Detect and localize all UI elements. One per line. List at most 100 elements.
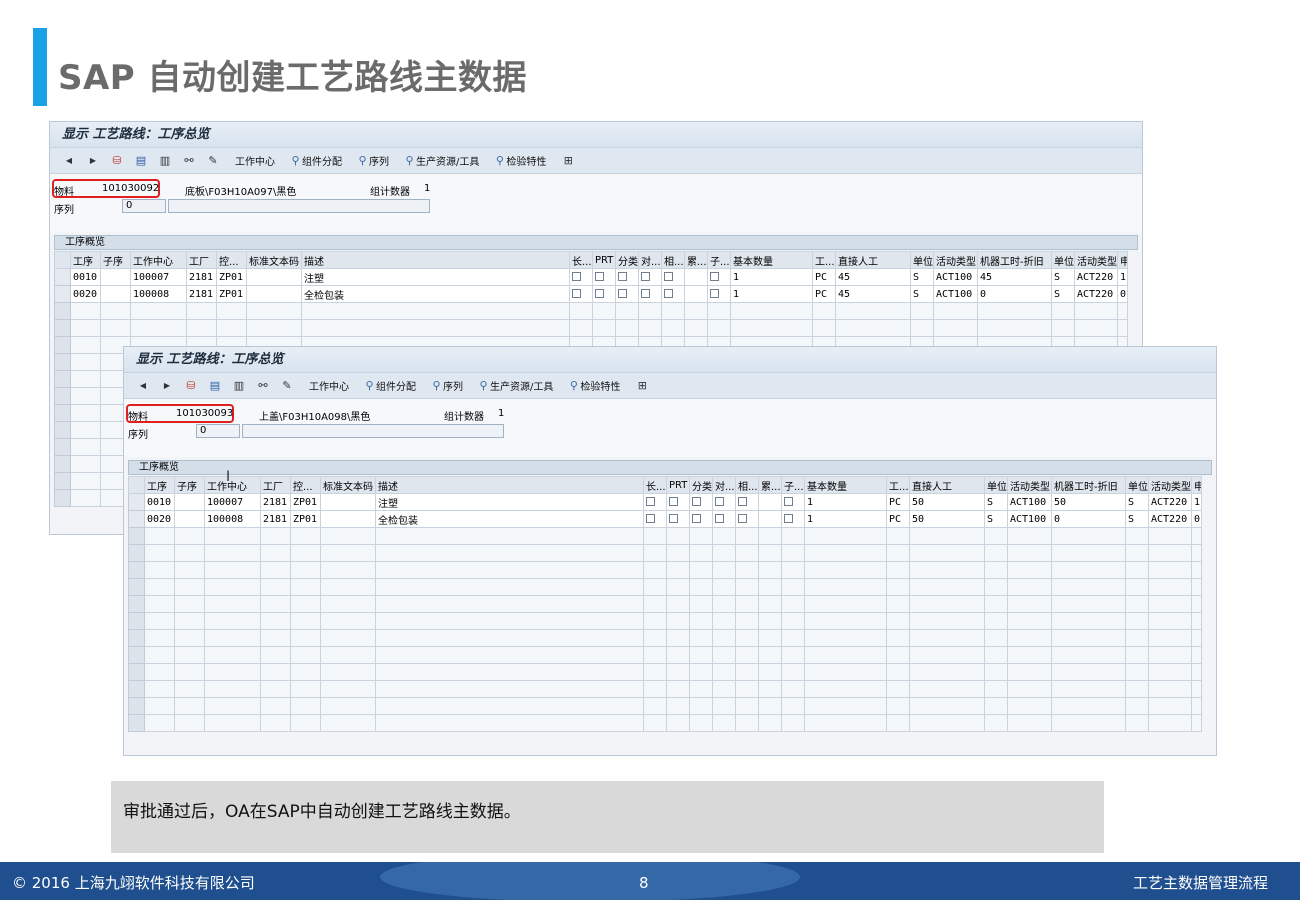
column-header[interactable]: 机器工时-折旧: [977, 251, 1052, 269]
row-selector[interactable]: [54, 268, 71, 286]
sequence-field[interactable]: 0: [196, 424, 240, 438]
checkbox[interactable]: [692, 514, 701, 523]
row-selector[interactable]: [54, 472, 71, 490]
table-row[interactable]: [128, 714, 1202, 732]
column-header[interactable]: 标准文本码: [320, 476, 376, 494]
checkbox[interactable]: [715, 497, 724, 506]
row-selector[interactable]: [54, 455, 71, 473]
checkbox[interactable]: [784, 497, 793, 506]
checkbox[interactable]: [664, 289, 673, 298]
column-header[interactable]: 子...: [707, 251, 731, 269]
row-selector[interactable]: [54, 421, 71, 439]
sequence-button[interactable]: ⚲ 序列: [427, 376, 466, 396]
row-selector[interactable]: [54, 404, 71, 422]
checkbox[interactable]: [641, 289, 650, 298]
nav-next-button[interactable]: ▶: [82, 151, 104, 171]
table-row[interactable]: [128, 697, 1202, 715]
row-selector[interactable]: [54, 319, 71, 337]
row-selector[interactable]: [128, 493, 145, 511]
inspection-char-button[interactable]: ⚲ 检验特性: [564, 376, 623, 396]
sequence-desc-field[interactable]: [168, 199, 430, 213]
column-header[interactable]: 描述: [301, 251, 570, 269]
column-header[interactable]: 单位: [1125, 476, 1149, 494]
checkbox[interactable]: [646, 514, 655, 523]
component-allocation-button[interactable]: ⚲ 组件分配: [286, 151, 345, 171]
table-row[interactable]: [128, 544, 1202, 562]
table-row[interactable]: 0020 100008 2181 ZP01 全检包装 1 PC 50 S ACT100 0 S ACT2…: [128, 510, 1202, 528]
column-header[interactable]: 子序: [100, 251, 131, 269]
table-row[interactable]: [128, 629, 1202, 647]
column-header[interactable]: 子序: [174, 476, 205, 494]
sequence-field[interactable]: 0: [122, 199, 166, 213]
row-selector[interactable]: [54, 285, 71, 303]
column-header[interactable]: 控...: [290, 476, 321, 494]
checkbox[interactable]: [618, 272, 627, 281]
column-header[interactable]: 直接人工: [909, 476, 985, 494]
checkbox[interactable]: [618, 289, 627, 298]
column-header[interactable]: PRT: [666, 476, 690, 494]
table-row[interactable]: [128, 527, 1202, 545]
checkbox[interactable]: [715, 514, 724, 523]
material-field[interactable]: 101030093: [176, 408, 233, 419]
table-row[interactable]: 0010 100007 2181 ZP01 注塑 1 PC 50 S ACT100 50 S ACT22…: [128, 493, 1202, 511]
checkbox[interactable]: [595, 289, 604, 298]
checkbox[interactable]: [710, 272, 719, 281]
print-button[interactable]: ⛁: [106, 151, 128, 171]
column-header[interactable]: 工作中心: [130, 251, 187, 269]
column-header[interactable]: PRT: [592, 251, 616, 269]
row-selector[interactable]: [128, 646, 145, 664]
checkbox[interactable]: [710, 289, 719, 298]
nav-next-button[interactable]: ▶: [156, 376, 178, 396]
structure-button[interactable]: ⊞: [557, 151, 579, 171]
row-selector[interactable]: [128, 663, 145, 681]
column-header[interactable]: 控...: [216, 251, 247, 269]
column-header[interactable]: 相...: [735, 476, 759, 494]
column-header[interactable]: 工厂: [260, 476, 291, 494]
row-selector[interactable]: [128, 561, 145, 579]
table-row[interactable]: 0010 100007 2181 ZP01 注塑 1 PC 45 S ACT100 45 S ACT22…: [54, 268, 1128, 286]
table-row[interactable]: [54, 302, 1128, 320]
column-header[interactable]: 工序: [144, 476, 175, 494]
column-header[interactable]: 工...: [812, 251, 836, 269]
column-header[interactable]: 申: [1191, 476, 1202, 494]
table-row[interactable]: [128, 578, 1202, 596]
row-selector[interactable]: [54, 370, 71, 388]
row-selector[interactable]: [54, 387, 71, 405]
checkbox[interactable]: [572, 289, 581, 298]
row-selector[interactable]: [128, 697, 145, 715]
row-selector[interactable]: [128, 629, 145, 647]
row-selector[interactable]: [128, 680, 145, 698]
table-row[interactable]: [128, 663, 1202, 681]
row-selector[interactable]: [128, 544, 145, 562]
column-header[interactable]: 机器工时-折旧: [1051, 476, 1126, 494]
row-selector[interactable]: [128, 714, 145, 732]
row-selector[interactable]: [54, 438, 71, 456]
checkbox[interactable]: [641, 272, 650, 281]
column-header[interactable]: 申: [1117, 251, 1128, 269]
hierarchy-button[interactable]: ⚯: [178, 151, 200, 171]
hierarchy-button[interactable]: ⚯: [252, 376, 274, 396]
table-row[interactable]: [128, 595, 1202, 613]
column-header[interactable]: 单位: [910, 251, 934, 269]
prt-button[interactable]: ⚲ 生产资源/工具: [400, 151, 482, 171]
checkbox[interactable]: [784, 514, 793, 523]
table-row[interactable]: [128, 612, 1202, 630]
table-row[interactable]: 0020 100008 2181 ZP01 全检包装 1 PC 45 S ACT100 0 S ACT2…: [54, 285, 1128, 303]
column-header[interactable]: 单位: [1051, 251, 1075, 269]
column-header[interactable]: 子...: [781, 476, 805, 494]
column-header[interactable]: 工作中心: [204, 476, 261, 494]
checkbox[interactable]: [738, 514, 747, 523]
column-header[interactable]: 相...: [661, 251, 685, 269]
material-field[interactable]: 101030092: [102, 183, 159, 194]
checkbox[interactable]: [572, 272, 581, 281]
inspection-char-button[interactable]: ⚲ 检验特性: [490, 151, 549, 171]
row-selector[interactable]: [54, 302, 71, 320]
nav-prev-button[interactable]: ◀: [58, 151, 80, 171]
column-header[interactable]: 累...: [684, 251, 708, 269]
column-header[interactable]: 长...: [569, 251, 593, 269]
work-center-button[interactable]: 工作中心: [232, 151, 278, 171]
list-button[interactable]: ▥: [228, 376, 250, 396]
column-header[interactable]: 累...: [758, 476, 782, 494]
column-header[interactable]: 活动类型: [1007, 476, 1052, 494]
column-header[interactable]: 工序: [70, 251, 101, 269]
